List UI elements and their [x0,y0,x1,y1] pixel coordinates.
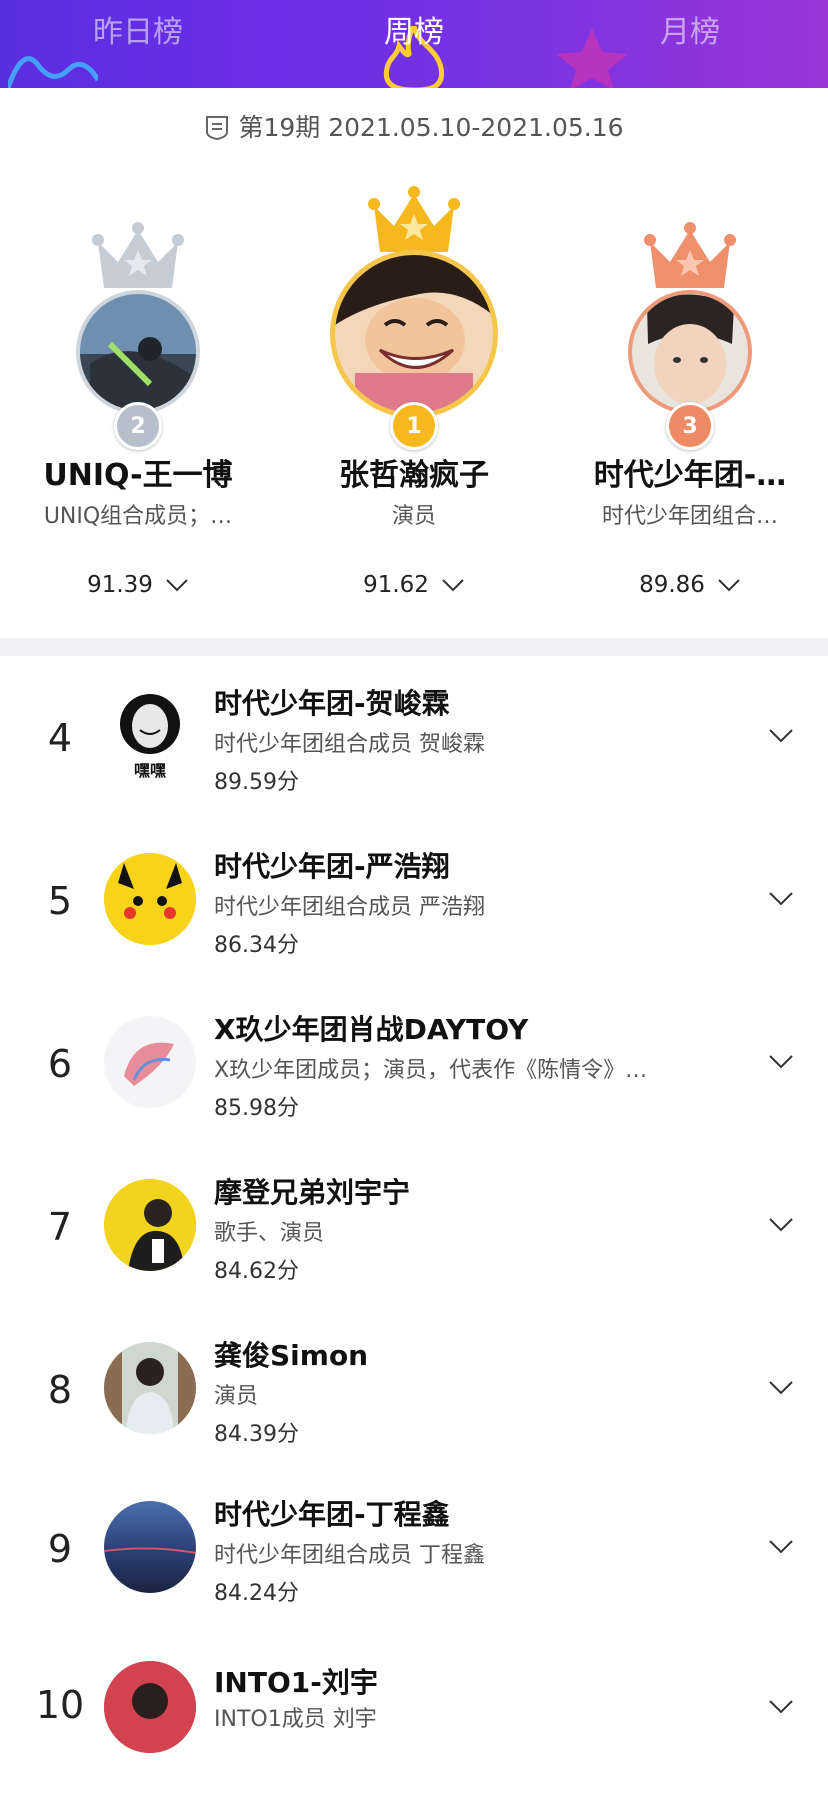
row-name: 龚俊Simon [214,1339,369,1372]
podium-desc: UNIQ组合成员；… [43,504,233,529]
row-score: 89.59分 [214,770,299,795]
chevron-down-icon[interactable] [768,1699,794,1715]
avatar [104,853,196,945]
row-name: INTO1-刘宇 [214,1666,378,1699]
period-text: 第19期 2021.05.10-2021.05.16 [238,113,624,142]
ranking-row[interactable]: 4 嘿嘿 时代少年团-贺峻霖 时代少年团组合成员 贺峻霖 89.59分 [0,672,828,822]
rank-number: 9 [47,1527,73,1571]
ranking-row[interactable]: 8 龚俊Simon 演员 84.39分 [0,1324,828,1474]
chevron-down-icon [166,579,188,592]
chevron-down-icon [442,579,464,592]
podium-name: 时代少年团-… [593,458,787,493]
row-desc: INTO1成员 刘宇 [214,1707,377,1732]
avatar [628,290,752,414]
ranking-row[interactable]: 10 INTO1-刘宇 INTO1成员 刘宇 [0,1643,828,1793]
crown-icon [644,222,736,288]
row-name: 时代少年团-丁程鑫 [214,1498,450,1531]
chevron-down-icon[interactable] [768,1380,794,1396]
row-score: 86.34分 [214,933,299,958]
avatar [76,290,200,414]
ranking-row[interactable]: 6 X玖少年团肖战DAYTOY X玖少年团成员；演员，代表作《陈情令》… 85.… [0,998,828,1148]
score-value: 91.62 [363,572,429,598]
crown-icon [92,222,184,288]
row-score: 84.24分 [214,1581,299,1606]
avatar [104,1661,196,1753]
period-line: 第19期 2021.05.10-2021.05.16 [0,108,828,144]
row-desc: 时代少年团组合成员 严浩翔 [214,895,485,920]
avatar [104,1179,196,1271]
tab-weekly[interactable]: 周榜 [276,0,552,88]
crown-icon [368,186,460,252]
podium-second[interactable]: 2 UNIQ-王一博 UNIQ组合成员；… 91.39 [0,180,276,600]
row-desc: 演员 [214,1384,259,1409]
section-divider [0,638,828,656]
tab-label: 昨日榜 [93,15,183,50]
score-value: 89.86 [639,572,705,598]
rank-number: 4 [47,716,73,760]
rank-badge: 3 [666,402,714,450]
podium-score[interactable]: 89.86 [552,572,828,598]
podium-desc: 时代少年团组合… [601,504,778,529]
podium-third[interactable]: 3 时代少年团-… 时代少年团组合… 89.86 [552,180,828,600]
chevron-down-icon [718,579,740,592]
row-name: 摩登兄弟刘宇宁 [214,1176,411,1209]
podium-desc: 演员 [391,504,436,529]
ranking-row[interactable]: 7 摩登兄弟刘宇宁 歌手、演员 84.62分 [0,1161,828,1311]
avatar [104,1342,196,1434]
row-desc: 时代少年团组合成员 丁程鑫 [214,1543,485,1568]
chevron-down-icon[interactable] [768,1054,794,1070]
podium-first[interactable]: 1 张哲瀚疯子 演员 91.62 [276,180,552,600]
row-score: 84.39分 [214,1422,299,1447]
row-desc: 时代少年团组合成员 贺峻霖 [214,732,485,757]
rank-number: 5 [47,879,73,923]
avatar: 嘿嘿 [104,690,196,782]
avatar [330,250,498,418]
row-desc: X玖少年团成员；演员，代表作《陈情令》… [214,1058,648,1083]
row-desc: 歌手、演员 [214,1221,325,1246]
ranking-tabs: 昨日榜 周榜 月榜 [0,0,828,88]
calendar-flag-icon [206,116,229,141]
row-name: 时代少年团-严浩翔 [214,850,450,883]
podium-name: 张哲瀚疯子 [339,458,489,493]
tab-monthly[interactable]: 月榜 [552,0,828,88]
tab-label: 周榜 [384,15,444,50]
ranking-row[interactable]: 9 时代少年团-丁程鑫 时代少年团组合成员 丁程鑫 84.24分 [0,1483,828,1633]
chevron-down-icon[interactable] [768,1217,794,1233]
ranking-row[interactable]: 5 时代少年团-严浩翔 时代少年团组合成员 严浩翔 86.34分 [0,835,828,985]
rank-number: 7 [47,1205,73,1249]
rank-badge: 2 [114,402,162,450]
chevron-down-icon[interactable] [768,1539,794,1555]
row-name: 时代少年团-贺峻霖 [214,687,450,720]
podium-name: UNIQ-王一博 [43,458,233,493]
avatar [104,1016,196,1108]
row-score: 84.62分 [214,1259,299,1284]
star-decoration-icon [556,28,628,88]
chevron-down-icon[interactable] [768,728,794,744]
avatar-caption: 嘿嘿 [134,761,166,780]
rank-number: 8 [47,1368,73,1412]
score-value: 91.39 [87,572,153,598]
avatar [104,1501,196,1593]
rank-badge: 1 [390,402,438,450]
row-score: 85.98分 [214,1096,299,1121]
tab-yesterday[interactable]: 昨日榜 [0,0,276,88]
chevron-down-icon[interactable] [768,891,794,907]
tab-label: 月榜 [660,15,720,50]
podium-score[interactable]: 91.62 [276,572,552,598]
wave-decoration-icon [8,56,98,88]
rank-number: 6 [47,1042,73,1086]
podium-score[interactable]: 91.39 [0,572,276,598]
row-name: X玖少年团肖战DAYTOY [214,1013,529,1046]
rank-number: 10 [35,1683,85,1727]
